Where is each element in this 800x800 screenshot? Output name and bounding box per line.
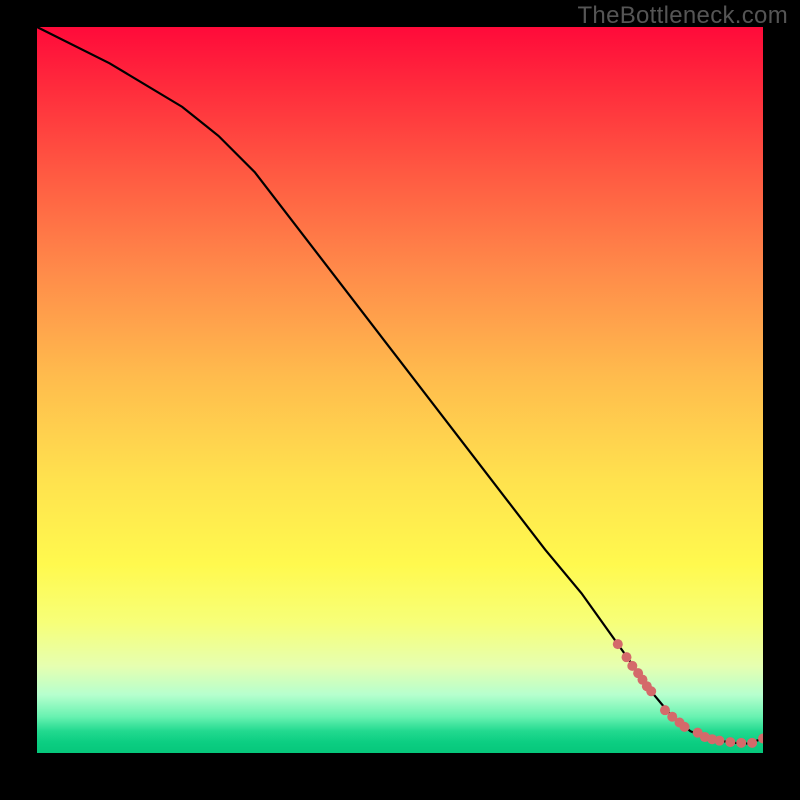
data-point [680, 722, 690, 732]
data-point [747, 738, 757, 748]
data-point [758, 733, 763, 743]
chart-frame: TheBottleneck.com [0, 0, 800, 800]
data-point [646, 686, 656, 696]
data-point [613, 639, 623, 649]
data-point [714, 736, 724, 746]
data-point [622, 652, 632, 662]
data-points [613, 639, 763, 748]
data-point [736, 738, 746, 748]
data-point [725, 737, 735, 747]
data-line [37, 27, 763, 744]
watermark-text: TheBottleneck.com [577, 2, 788, 30]
chart-svg [37, 27, 763, 753]
